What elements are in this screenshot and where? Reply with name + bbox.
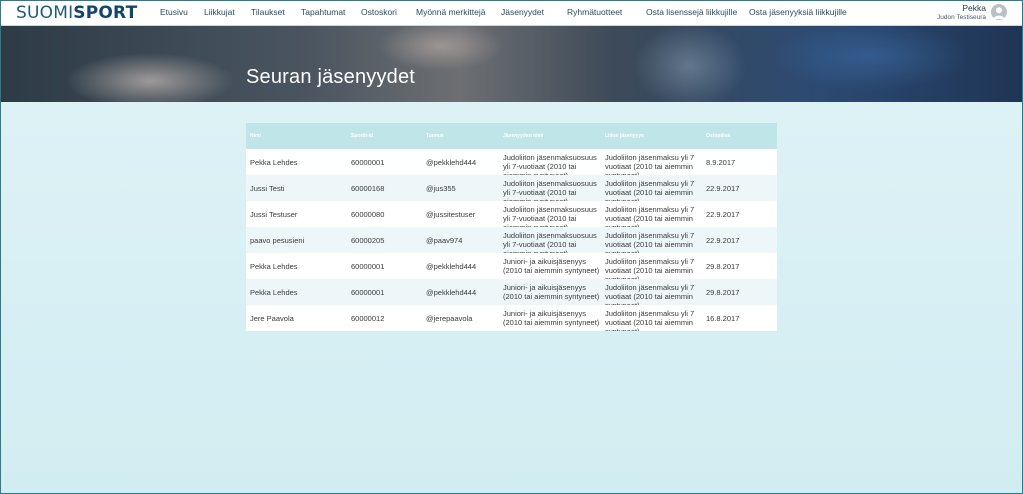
nav-etusivu[interactable]: Etusivu	[160, 7, 188, 18]
cell-sportti-id: 60000012	[351, 313, 385, 323]
column-header-liiton-jasenyys[interactable]: Liiton jäsenyyys	[601, 123, 702, 149]
cell-sportti-id: 60000080	[351, 209, 385, 219]
table-row[interactable]: Pekka Lehdes 60000001 @pekklehd444 Judol…	[246, 149, 777, 175]
table-row[interactable]: paavo pesusieni 60000205 @paav974 Judoli…	[246, 227, 777, 253]
cell-federation-membership: Judoliiton jäsenmaksu yli 7 vuotiaat (20…	[605, 257, 695, 279]
cell-federation-membership: Judoliiton jäsenmaksu yli 7 vuotiaat (20…	[605, 205, 695, 227]
cell-purchase-date: 8.9.2017	[706, 157, 736, 167]
column-header-ostopaiva[interactable]: Ostopäivä	[702, 123, 777, 149]
cell-purchase-date: 29.8.2017	[706, 261, 740, 271]
cell-sportti-id: 60000001	[351, 157, 385, 167]
cell-handle: @jerepaavola	[426, 313, 473, 323]
cell-name: Pekka Lehdes	[250, 287, 298, 297]
cell-membership-name: Juniori- ja aikuisjäsenyys (2010 tai aie…	[503, 257, 600, 275]
cell-handle: @jussitestuser	[426, 209, 476, 219]
cell-federation-membership: Judoliiton jäsenmaksu yli 7 vuotiaat (20…	[605, 153, 695, 175]
table-header-row: Nimi Sportti-id Tunnus Jäsenyyden nimi L…	[246, 123, 777, 149]
table-row[interactable]: Pekka Lehdes 60000001 @pekklehd444 Junio…	[246, 279, 777, 305]
page-title: Seuran jäsenyydet	[246, 66, 416, 88]
cell-membership-name: Judoliiton jäsenmaksuosuus yli 7-vuotiaa…	[503, 231, 597, 253]
cell-membership-name: Juniori- ja aikuisjäsenyys (2010 tai aie…	[503, 309, 600, 327]
cell-membership-name: Judoliiton jäsenmaksuosuus yli 7-vuotiaa…	[503, 179, 597, 201]
column-header-tunnus[interactable]: Tunnus	[422, 123, 499, 149]
memberships-table: Nimi Sportti-id Tunnus Jäsenyyden nimi L…	[246, 123, 777, 331]
cell-federation-membership: Judoliiton jäsenmaksu yli 7 vuotiaat (20…	[605, 231, 695, 253]
cell-sportti-id: 60000168	[351, 183, 385, 193]
cell-federation-membership: Judoliiton jäsenmaksu yli 7 vuotiaat (20…	[605, 283, 695, 305]
cell-federation-membership: Judoliiton jäsenmaksu yli 7 vuotiaat (20…	[605, 179, 695, 201]
user-menu[interactable]: Pekka Judon Testiseura	[937, 3, 986, 23]
cell-name: paavo pesusieni	[250, 235, 305, 245]
table-row[interactable]: Jere Paavola 60000012 @jerepaavola Junio…	[246, 305, 777, 331]
cell-name: Pekka Lehdes	[250, 157, 298, 167]
cell-purchase-date: 22.9.2017	[706, 235, 740, 245]
avatar-icon[interactable]	[991, 4, 1007, 20]
table-row[interactable]: Jussi Testuser 60000080 @jussitestuser J…	[246, 201, 777, 227]
nav-tilaukset[interactable]: Tilaukset	[251, 7, 285, 18]
cell-sportti-id: 60000001	[351, 261, 385, 271]
cell-membership-name: Juniori- ja aikuisjäsenyys (2010 tai aie…	[503, 283, 600, 301]
cell-purchase-date: 22.9.2017	[706, 209, 740, 219]
nav-tapahtumat[interactable]: Tapahtumat	[301, 7, 345, 18]
cell-handle: @pekklehd444	[426, 261, 477, 271]
cell-name: Jussi Testi	[250, 183, 285, 193]
table-row[interactable]: Pekka Lehdes 60000001 @pekklehd444 Junio…	[246, 253, 777, 279]
cell-membership-name: Judoliiton jäsenmaksuosuus yli 7-vuotiaa…	[503, 205, 597, 227]
suomisport-logo[interactable]: SUOMISPORT	[16, 3, 137, 23]
nav-ostoskori[interactable]: Ostoskori	[361, 7, 397, 18]
nav-myonna-merkitteja[interactable]: Myönnä merkittejä	[416, 7, 485, 18]
cell-name: Pekka Lehdes	[250, 261, 298, 271]
nav-ryhmatuotteet[interactable]: Ryhmätuotteet	[567, 7, 622, 18]
cell-handle: @paav974	[426, 235, 463, 245]
cell-federation-membership: Judoliiton jäsenmaksu yli 7 vuotiaat (20…	[605, 309, 695, 331]
user-name: Pekka	[962, 3, 986, 13]
cell-handle: @pekklehd444	[426, 287, 477, 297]
top-navigation-bar: SUOMISPORT Etusivu Liikkujat Tilaukset T…	[0, 0, 1023, 26]
user-club: Judon Testiseura	[936, 14, 986, 21]
cell-name: Jere Paavola	[250, 313, 294, 323]
cell-handle: @jus355	[426, 183, 456, 193]
cell-sportti-id: 60000001	[351, 287, 385, 297]
column-header-sportti-id[interactable]: Sportti-id	[347, 123, 422, 149]
column-header-nimi[interactable]: Nimi	[246, 123, 347, 149]
hero-banner: Seuran jäsenyydet	[0, 26, 1023, 102]
cell-name: Jussi Testuser	[250, 209, 298, 219]
column-header-jasenyyden-nimi[interactable]: Jäsenyyden nimi	[499, 123, 601, 149]
nav-osta-jasenyyksia[interactable]: Osta jäsenyyksiä liikkujille	[749, 7, 847, 18]
cell-purchase-date: 16.8.2017	[706, 313, 740, 323]
nav-liikkujat[interactable]: Liikkujat	[204, 7, 235, 18]
cell-purchase-date: 22.9.2017	[706, 183, 740, 193]
cell-purchase-date: 29.8.2017	[706, 287, 740, 297]
nav-osta-lisensseja[interactable]: Osta lisenssejä liikkujille	[646, 7, 737, 18]
cell-sportti-id: 60000205	[351, 235, 385, 245]
cell-handle: @pekklehd444	[426, 157, 477, 167]
table-row[interactable]: Jussi Testi 60000168 @jus355 Judoliiton …	[246, 175, 777, 201]
nav-jasenyydet[interactable]: Jäsenyydet	[501, 7, 544, 18]
cell-membership-name: Judoliiton jäsenmaksuosuus yli 7-vuotiaa…	[503, 153, 597, 175]
